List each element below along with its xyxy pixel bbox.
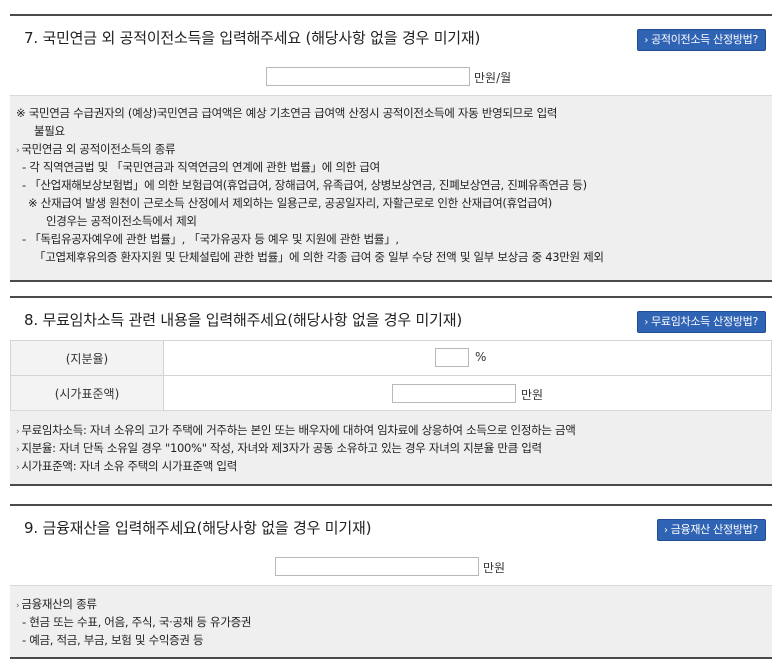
chevron-right-icon: › — [644, 317, 649, 328]
notes-box: ※ 국민연금 수급권자의 (예상)국민연금 급여액은 예상 기초연금 급여액 산… — [10, 95, 772, 282]
button-label: 금융재산 산정방법? — [670, 523, 759, 536]
note-line: › 무료임차소득: 자녀 소유의 고가 주택에 거주하는 본인 또는 배우자에 대… — [16, 423, 576, 437]
financial-assets-input[interactable] — [275, 557, 479, 576]
note-line: - 예금, 적금, 부금, 보험 및 수익증권 등 — [22, 633, 204, 647]
section-title: 8. 무료임차소득 관련 내용을 입력해주세요(해당사항 없을 경우 미기재) — [24, 311, 462, 329]
public-transfer-income-input[interactable] — [266, 67, 470, 86]
note-line: - 현금 또는 수표, 어음, 주식, 국·공채 등 유가증권 — [22, 615, 252, 629]
chevron-right-icon: › — [644, 35, 649, 46]
share-label: (지분율) — [10, 340, 164, 376]
share-ratio-input[interactable] — [435, 348, 469, 367]
public-transfer-income-help-button[interactable]: › 공적이전소득 산정방법? — [637, 29, 766, 51]
unit-label: 만원 — [483, 561, 506, 575]
note-line: - 각 직역연금법 및 「국민연금과 직역연금의 연계에 관한 법률」에 의한 … — [22, 160, 380, 174]
note-line: - 「산업재해보상보험법」에 의한 보험급여(휴업급여, 장해급여, 유족급여,… — [22, 178, 587, 192]
standard-price-input[interactable] — [392, 384, 516, 403]
section-header: 9. 금융재산을 입력해주세요(해당사항 없을 경우 미기재) › 금융재산 산정… — [10, 504, 772, 549]
free-rent-income-help-button[interactable]: › 무료임차소득 산정방법? — [637, 311, 766, 333]
note-heading: › 금융재산의 종류 — [16, 597, 97, 611]
section-free-rent-income: 8. 무료임차소득 관련 내용을 입력해주세요(해당사항 없을 경우 미기재) … — [10, 296, 772, 486]
section-title: 9. 금융재산을 입력해주세요(해당사항 없을 경우 미기재) — [24, 519, 372, 537]
unit-label: 만원/월 — [474, 71, 512, 85]
financial-assets-help-button[interactable]: › 금융재산 산정방법? — [657, 519, 766, 541]
notes-box: › 금융재산의 종류 - 현금 또는 수표, 어음, 주식, 국·공채 등 유가증… — [10, 585, 772, 659]
price-cell: 만원 — [163, 375, 772, 411]
note-line: ※ 산재급여 발생 원천이 근로소득 산정에서 제외하는 일용근로, 공공일자리… — [28, 196, 552, 210]
button-label: 무료임차소득 산정방법? — [651, 315, 758, 328]
table-row: (시가표준액) 만원 — [10, 375, 772, 411]
section-public-transfer-income: 7. 국민연금 외 공적이전소득을 입력해주세요 (해당사항 없을 경우 미기재… — [10, 14, 772, 282]
percent-unit: % — [475, 350, 487, 364]
input-row: 만원 — [10, 548, 772, 585]
note-line: 불필요 — [34, 124, 65, 138]
note-line: ※ 국민연금 수급권자의 (예상)국민연금 급여액은 예상 기초연금 급여액 산… — [16, 106, 558, 120]
price-label: (시가표준액) — [10, 375, 164, 411]
note-line: 인경우는 공적이전소득에서 제외 — [46, 214, 197, 228]
bullet-icon: › — [16, 463, 20, 473]
note-heading: › 국민연금 외 공적이전소득의 종류 — [16, 142, 176, 156]
section-title: 7. 국민연금 외 공적이전소득을 입력해주세요 (해당사항 없을 경우 미기재… — [24, 29, 481, 47]
free-rent-table: (지분율) % (시가표준액) 만원 — [10, 340, 772, 411]
note-line: - 「독립유공자예우에 관한 법률」, 「국가유공자 등 예우 및 지원에 관한… — [22, 232, 399, 246]
price-unit: 만원 — [521, 388, 544, 402]
note-line: 「고엽제후유의증 환자지원 및 단체설립에 관한 법률」에 의한 각종 급여 중… — [34, 250, 604, 264]
bullet-icon: › — [16, 601, 20, 611]
section-financial-assets: 9. 금융재산을 입력해주세요(해당사항 없을 경우 미기재) › 금융재산 산정… — [10, 504, 772, 660]
section-header: 8. 무료임차소득 관련 내용을 입력해주세요(해당사항 없을 경우 미기재) … — [10, 296, 772, 341]
notes-box: › 무료임차소득: 자녀 소유의 고가 주택에 거주하는 본인 또는 배우자에 대… — [10, 410, 772, 486]
bullet-icon: › — [16, 427, 20, 437]
bullet-icon: › — [16, 445, 20, 455]
table-row: (지분율) % — [10, 340, 772, 376]
button-label: 공적이전소득 산정방법? — [651, 33, 758, 46]
input-row: 만원/월 — [10, 58, 772, 95]
note-line: › 지분율: 자녀 단독 소유일 경우 "100%" 작성, 자녀와 제3자가 공… — [16, 441, 542, 455]
share-cell: % — [163, 340, 772, 376]
chevron-right-icon: › — [664, 525, 668, 536]
bullet-icon: › — [16, 146, 20, 156]
note-line: › 시가표준액: 자녀 소유 주택의 시가표준액 입력 — [16, 459, 237, 473]
section-header: 7. 국민연금 외 공적이전소득을 입력해주세요 (해당사항 없을 경우 미기재… — [10, 14, 772, 59]
